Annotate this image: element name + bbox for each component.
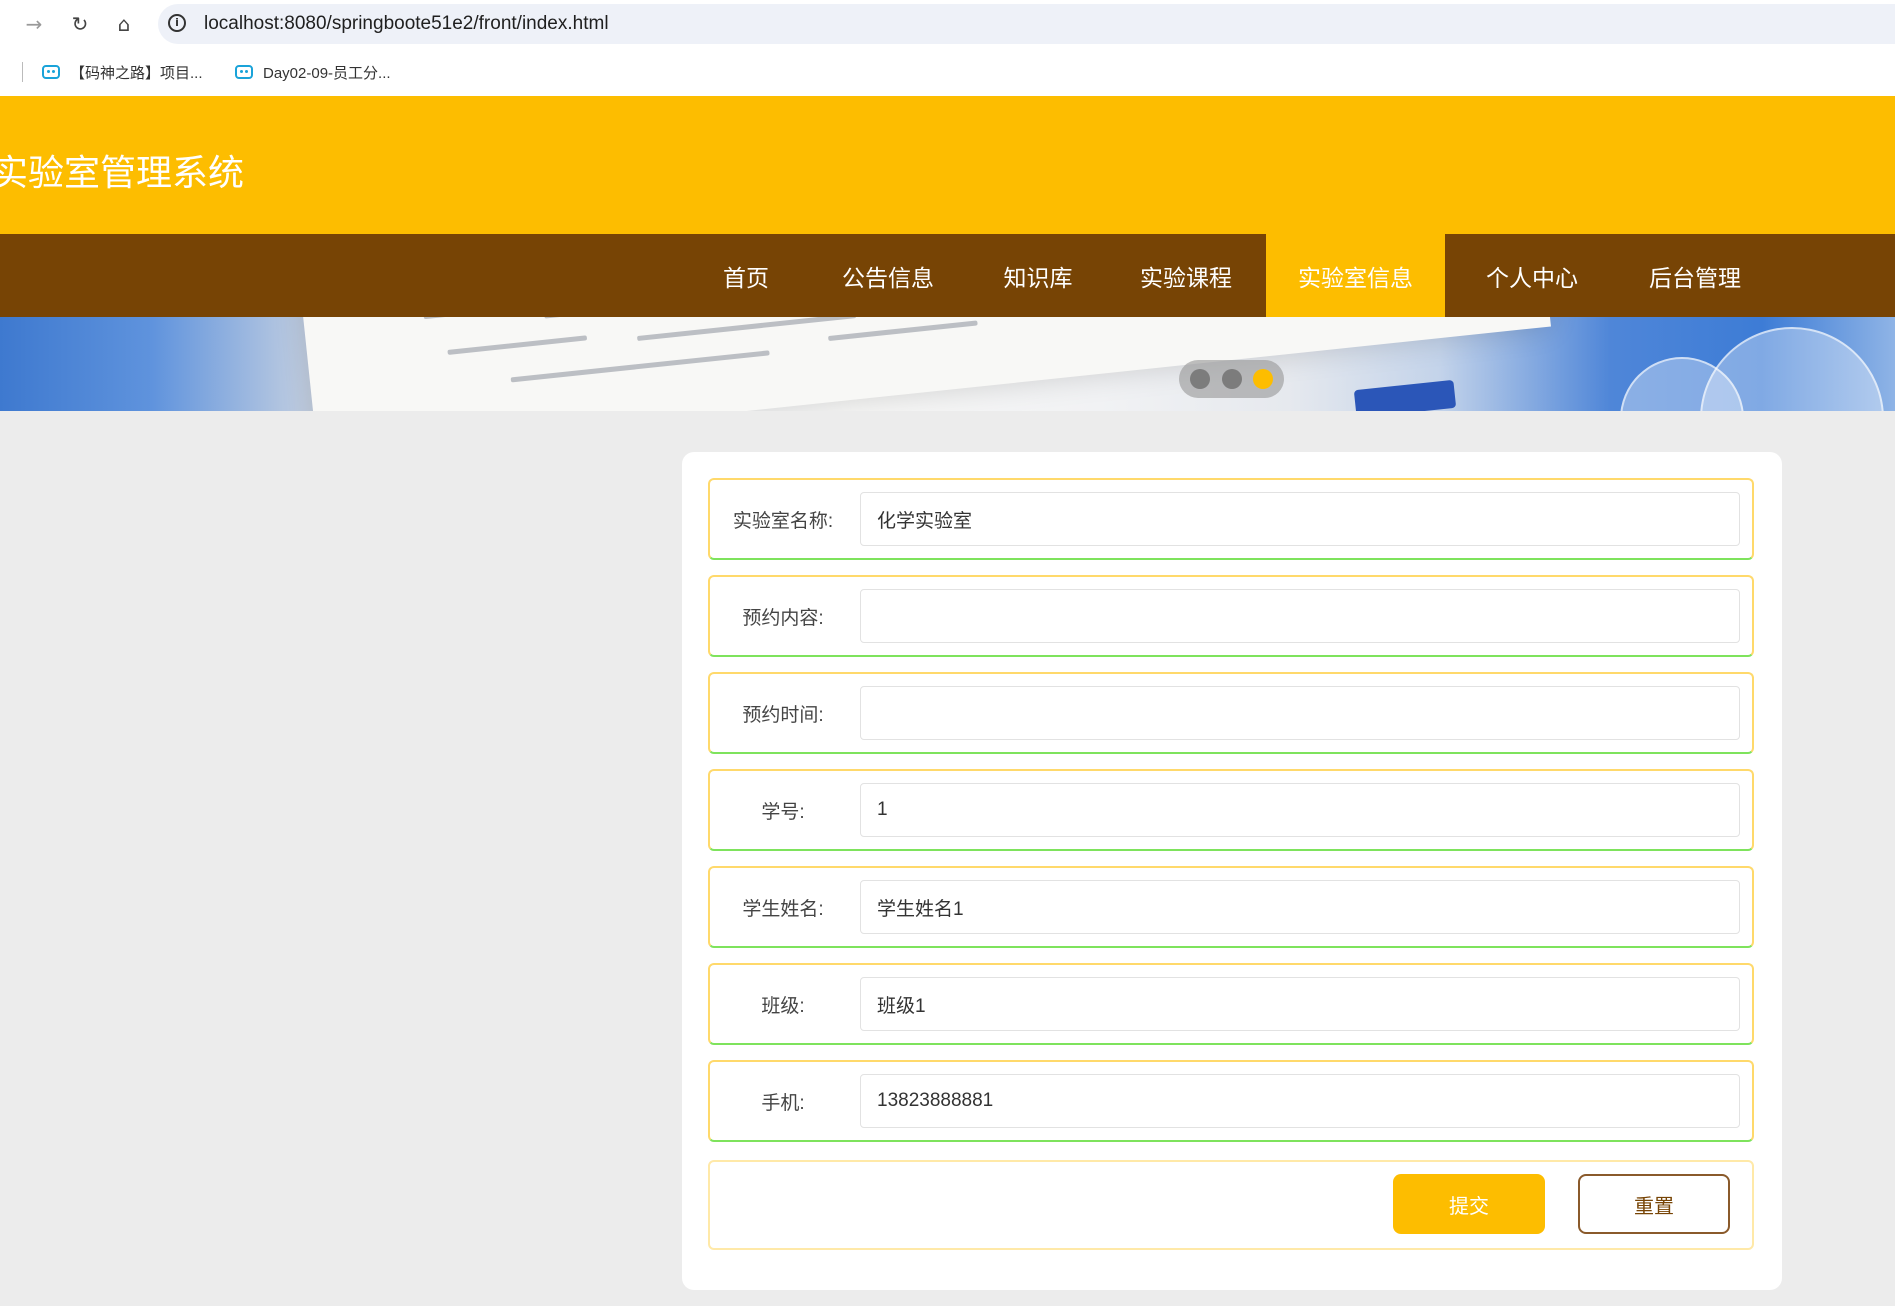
form-row-lab-name: 实验室名称:	[708, 478, 1754, 560]
carousel-indicators	[1179, 360, 1284, 398]
banner-carousel[interactable]	[0, 317, 1895, 411]
time-input[interactable]	[860, 686, 1740, 740]
bookmark-label: Day02-09-员工分...	[263, 64, 391, 82]
browser-toolbar: → ↻ ⌂ i localhost:8080/springboote51e2/f…	[0, 0, 1895, 48]
form-actions: 提交 重置	[708, 1160, 1754, 1250]
banner-decoration	[1353, 379, 1457, 411]
student-name-input[interactable]	[860, 880, 1740, 934]
bilibili-icon	[42, 65, 60, 79]
form-row-content: 预约内容:	[708, 575, 1754, 657]
home-icon[interactable]: ⌂	[110, 10, 138, 38]
site-title: 实验室管理系统	[0, 152, 245, 193]
nav-item-courses[interactable]: 实验课程	[1120, 234, 1252, 317]
form-row-class: 班级:	[708, 963, 1754, 1045]
student-id-input[interactable]	[860, 783, 1740, 837]
nav-item-home[interactable]: 首页	[700, 234, 792, 317]
reload-icon[interactable]: ↻	[66, 10, 94, 38]
student-name-label: 学生姓名:	[742, 898, 824, 920]
class-label: 班级:	[761, 995, 805, 1017]
lab-name-label: 实验室名称:	[732, 510, 834, 532]
submit-button[interactable]: 提交	[1393, 1174, 1545, 1234]
nav-item-personal[interactable]: 个人中心	[1470, 234, 1594, 317]
bookmark-item[interactable]: Day02-09-员工分...	[235, 60, 391, 84]
time-label: 预约时间:	[742, 704, 824, 726]
address-bar[interactable]: i localhost:8080/springboote51e2/front/i…	[158, 4, 1895, 44]
form-row-student-id: 学号:	[708, 769, 1754, 851]
carousel-dot-active[interactable]	[1252, 369, 1273, 389]
site-header: 实验室管理系统	[0, 96, 1895, 234]
address-url[interactable]: localhost:8080/springboote51e2/front/ind…	[204, 13, 609, 35]
carousel-dot[interactable]	[1190, 369, 1211, 389]
bookmark-label: 【码神之路】项目...	[70, 64, 203, 82]
bookmark-item[interactable]: 【码神之路】项目...	[42, 60, 203, 84]
nav-item-notices[interactable]: 公告信息	[820, 234, 956, 317]
nav-item-knowledge[interactable]: 知识库	[984, 234, 1092, 317]
carousel-dot[interactable]	[1221, 369, 1242, 389]
reset-button[interactable]: 重置	[1578, 1174, 1730, 1234]
bookmarks-bar: 【码神之路】项目... Day02-09-员工分...	[0, 48, 1895, 96]
form-row-student-name: 学生姓名:	[708, 866, 1754, 948]
reservation-form: 实验室名称: 预约内容: 预约时间: 学号: 学生姓名: 班级: 手机: 提交 …	[682, 452, 1782, 1290]
class-input[interactable]	[860, 977, 1740, 1031]
bilibili-icon	[235, 65, 253, 79]
content-label: 预约内容:	[742, 607, 824, 629]
bookmarks-divider	[22, 62, 23, 82]
content-input[interactable]	[860, 589, 1740, 643]
phone-input[interactable]	[860, 1074, 1740, 1128]
main-nav: 首页 公告信息 知识库 实验课程 实验室信息 个人中心 后台管理	[0, 234, 1895, 317]
apps-icon[interactable]	[0, 62, 7, 80]
form-row-time: 预约时间:	[708, 672, 1754, 754]
info-icon[interactable]: i	[168, 14, 186, 32]
lab-name-input[interactable]	[860, 492, 1740, 546]
nav-item-lab-info[interactable]: 实验室信息	[1266, 234, 1445, 317]
nav-item-admin[interactable]: 后台管理	[1636, 234, 1754, 317]
forward-icon[interactable]: →	[20, 10, 48, 38]
phone-label: 手机:	[761, 1092, 805, 1114]
form-row-phone: 手机:	[708, 1060, 1754, 1142]
student-id-label: 学号:	[761, 801, 805, 823]
